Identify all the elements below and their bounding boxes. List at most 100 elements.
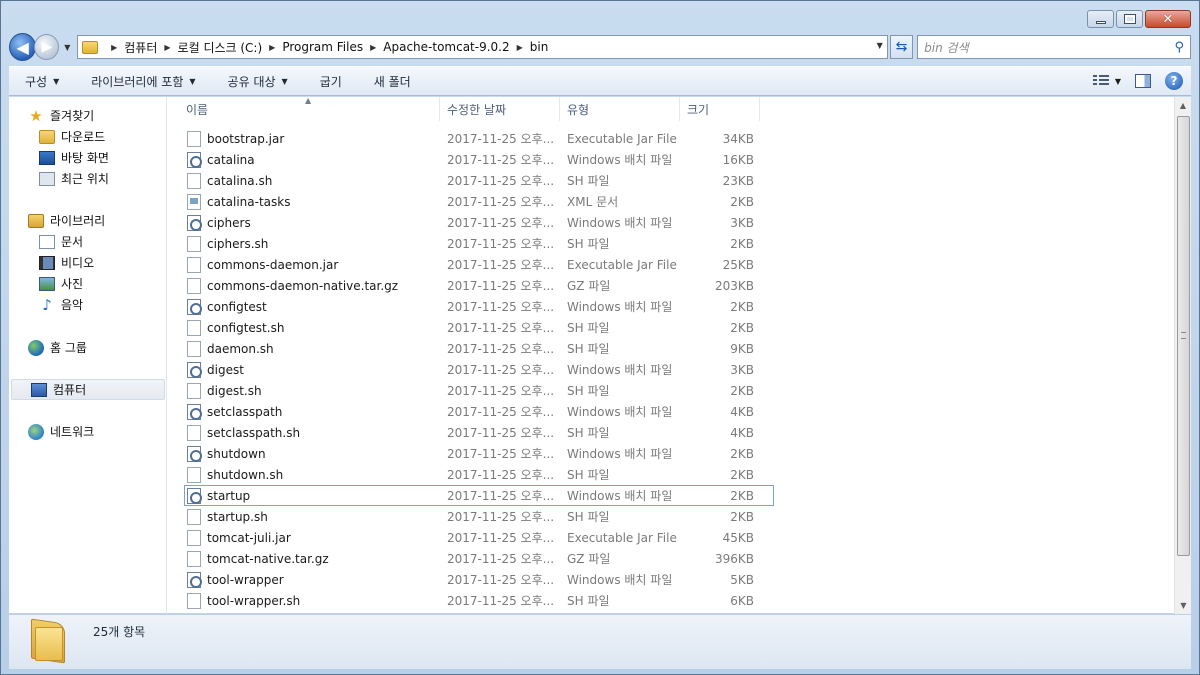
sidebar-item-computer[interactable]: 컴퓨터 <box>11 379 165 400</box>
file-date: 2017-11-25 오후... <box>447 132 555 146</box>
file-row[interactable]: setclasspath.sh 2017-11-25 오후... SH 파일 4KB <box>168 422 768 443</box>
toolbar-right-group: ▼ ? <box>1092 72 1191 90</box>
file-name-cell: ciphers.sh <box>168 235 440 252</box>
file-name: configtest <box>207 299 267 314</box>
file-name: startup <box>207 488 251 503</box>
share-with-label: 공유 대상 <box>227 74 276 89</box>
breadcrumb-program-files[interactable]: Program Files <box>282 40 363 54</box>
column-header-date[interactable]: 수정한 날짜 <box>440 97 560 121</box>
file-row[interactable]: startup 2017-11-25 오후... Windows 배치 파일 2KB <box>184 485 774 506</box>
sidebar-item-pictures[interactable]: 사진 <box>9 273 167 294</box>
file-name: commons-daemon.jar <box>207 257 339 272</box>
file-icon <box>187 172 201 189</box>
file-name: catalina <box>207 152 255 167</box>
search-box[interactable]: bin 검색 ⚲ <box>917 35 1191 59</box>
file-row[interactable]: shutdown 2017-11-25 오후... Windows 배치 파일 2KB <box>168 443 768 464</box>
breadcrumb-computer[interactable]: 컴퓨터 <box>124 39 157 56</box>
file-row[interactable]: ciphers.sh 2017-11-25 오후... SH 파일 2KB <box>168 233 768 254</box>
address-history-dropdown[interactable]: ▼ <box>877 41 883 50</box>
file-icon <box>187 256 201 273</box>
scroll-thumb[interactable] <box>1177 116 1190 556</box>
view-options-dropdown[interactable]: ▼ <box>1115 77 1121 86</box>
file-name: tool-wrapper.sh <box>207 593 301 608</box>
chevron-right-icon[interactable]: ▶ <box>370 43 376 52</box>
file-name-cell: catalina <box>168 151 440 168</box>
sort-ascending-icon: ▲ <box>305 96 312 105</box>
batch-file-icon <box>187 151 202 168</box>
computer-icon <box>31 382 47 397</box>
file-row[interactable]: catalina.sh 2017-11-25 오후... SH 파일 23KB <box>168 170 768 191</box>
file-date: 2017-11-25 오후... <box>447 447 555 461</box>
file-row[interactable]: commons-daemon-native.tar.gz 2017-11-25 오… <box>168 275 768 296</box>
file-row[interactable]: tomcat-native.tar.gz 2017-11-25 오후... GZ 파… <box>168 548 768 569</box>
back-button[interactable]: ◀ <box>9 33 37 61</box>
file-row[interactable]: setclasspath 2017-11-25 오후... Windows 배치 파… <box>168 401 768 422</box>
new-folder-button[interactable]: 새 폴더 <box>358 67 427 95</box>
refresh-button[interactable]: ⇆ <box>889 35 914 59</box>
chevron-right-icon[interactable]: ▶ <box>269 43 275 52</box>
file-row[interactable]: configtest.sh 2017-11-25 오후... SH 파일 2KB <box>168 317 768 338</box>
file-row[interactable]: shutdown.sh 2017-11-25 오후... SH 파일 2KB <box>168 464 768 485</box>
file-date: 2017-11-25 오후... <box>447 153 555 167</box>
sidebar-item-network[interactable]: 네트워크 <box>9 421 167 442</box>
sidebar-item-favorites[interactable]: ★ 즐겨찾기 <box>9 105 167 126</box>
search-icon[interactable]: ⚲ <box>1174 40 1184 55</box>
minimize-button[interactable] <box>1087 10 1114 28</box>
chevron-right-icon[interactable]: ▶ <box>517 43 523 52</box>
scroll-up-button[interactable]: ▲ <box>1175 97 1191 114</box>
file-row[interactable]: configtest 2017-11-25 오후... Windows 배치 파일 2… <box>168 296 768 317</box>
file-type: Windows 배치 파일 <box>567 405 673 419</box>
close-button[interactable]: ✕ <box>1145 10 1191 28</box>
column-header-name[interactable]: 이름 ▲ <box>168 96 440 121</box>
file-row[interactable]: catalina 2017-11-25 오후... Windows 배치 파일 16K… <box>168 149 768 170</box>
batch-file-icon <box>187 445 202 462</box>
preview-pane-icon[interactable] <box>1135 74 1151 88</box>
batch-file-icon <box>187 403 202 420</box>
maximize-button[interactable] <box>1116 10 1143 28</box>
file-row[interactable]: startup.sh 2017-11-25 오후... SH 파일 2KB <box>168 506 768 527</box>
sidebar-item-recent-places[interactable]: 최근 위치 <box>9 168 167 189</box>
sidebar-item-videos[interactable]: 비디오 <box>9 252 167 273</box>
file-row[interactable]: bootstrap.jar 2017-11-25 오후... Executable … <box>168 128 768 149</box>
burn-button[interactable]: 굽기 <box>304 67 358 95</box>
share-with-menu[interactable]: 공유 대상 ▼ <box>212 67 304 95</box>
file-row[interactable]: tool-wrapper 2017-11-25 오후... Windows 배치 파… <box>168 569 768 590</box>
breadcrumb-bin[interactable]: bin <box>530 40 549 54</box>
file-row[interactable]: commons-daemon.jar 2017-11-25 오후... Execut… <box>168 254 768 275</box>
file-date: 2017-11-25 오후... <box>447 573 555 587</box>
file-row[interactable]: catalina-tasks 2017-11-25 오후... XML 문서 2KB <box>168 191 768 212</box>
address-bar[interactable]: ▶ 컴퓨터 ▶ 로컬 디스크 (C:) ▶ Program Files ▶ Ap… <box>77 35 888 59</box>
sidebar-item-homegroup[interactable]: 홈 그룹 <box>9 337 167 358</box>
breadcrumb-local-disk[interactable]: 로컬 디스크 (C:) <box>178 39 263 56</box>
sidebar-item-libraries[interactable]: 라이브러리 <box>9 210 167 231</box>
column-header-type[interactable]: 유형 <box>560 97 680 121</box>
sidebar-item-documents[interactable]: 문서 <box>9 231 167 252</box>
file-row[interactable]: daemon.sh 2017-11-25 오후... SH 파일 9KB <box>168 338 768 359</box>
sidebar-item-downloads[interactable]: 다운로드 <box>9 126 167 147</box>
scroll-down-button[interactable]: ▼ <box>1175 597 1192 614</box>
search-input[interactable]: bin 검색 <box>924 39 968 56</box>
chevron-right-icon[interactable]: ▶ <box>111 43 117 52</box>
column-header-size[interactable]: 크기 <box>680 97 760 121</box>
change-view-icon[interactable] <box>1092 75 1109 87</box>
file-row[interactable]: tomcat-juli.jar 2017-11-25 오후... Executabl… <box>168 527 768 548</box>
file-row[interactable]: tool-wrapper.sh 2017-11-25 오후... SH 파일 6KB <box>168 590 768 611</box>
recent-pages-dropdown[interactable]: ▼ <box>61 43 73 52</box>
file-date: 2017-11-25 오후... <box>447 489 555 503</box>
forward-button[interactable]: ▶ <box>34 34 60 60</box>
include-in-library-menu[interactable]: 라이브러리에 포함 ▼ <box>75 67 211 95</box>
file-row[interactable]: ciphers 2017-11-25 오후... Windows 배치 파일 3KB <box>168 212 768 233</box>
file-row[interactable]: digest 2017-11-25 오후... Windows 배치 파일 3KB <box>168 359 768 380</box>
sidebar-item-music[interactable]: ♪ 음악 <box>9 294 167 315</box>
help-icon[interactable]: ? <box>1165 72 1183 90</box>
vertical-scrollbar[interactable]: ▲ ▼ <box>1174 97 1191 614</box>
file-name-cell: tool-wrapper <box>168 571 440 588</box>
chevron-right-icon[interactable]: ▶ <box>164 43 170 52</box>
chevron-down-icon: ▼ <box>281 76 288 86</box>
file-name-cell: shutdown <box>168 445 440 462</box>
breadcrumb-tomcat[interactable]: Apache-tomcat-9.0.2 <box>383 40 509 54</box>
organize-menu[interactable]: 구성 ▼ <box>9 67 75 95</box>
sidebar-item-desktop[interactable]: 바탕 화면 <box>9 147 167 168</box>
file-row[interactable]: digest.sh 2017-11-25 오후... SH 파일 2KB <box>168 380 768 401</box>
file-size: 5KB <box>730 572 754 587</box>
